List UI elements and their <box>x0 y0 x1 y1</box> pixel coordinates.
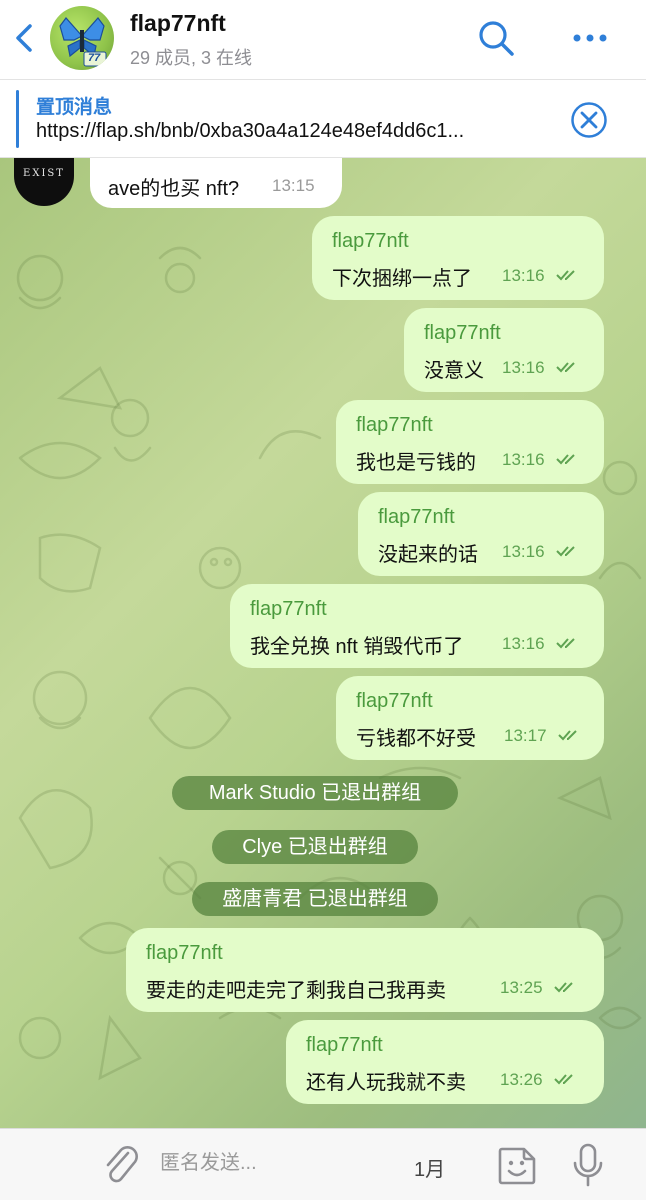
read-check-icon <box>554 982 573 993</box>
message-time: 13:15 <box>272 176 315 195</box>
avatar-text: EXIST <box>23 168 65 179</box>
service-message: 盛唐青君 已退出群组 <box>192 882 438 916</box>
sender-name: flap77nft <box>306 1034 383 1056</box>
message-time: 13:16 <box>502 542 545 561</box>
service-message: Clye 已退出群组 <box>212 830 418 864</box>
message-text: 还有人玩我就不卖 <box>306 1072 466 1094</box>
sender-name: flap77nft <box>378 506 455 528</box>
member-count: 29 成员, 3 在线 <box>130 48 253 68</box>
back-arrow-icon[interactable] <box>8 20 40 56</box>
message-text: 没起来的话 <box>378 544 478 566</box>
message-time: 13:16 <box>502 358 545 377</box>
read-check-icon <box>556 638 575 649</box>
outgoing-message[interactable]: flap77nft 我也是亏钱的 13:16 <box>336 400 604 484</box>
avatar-badge: 77 <box>88 52 101 64</box>
message-time: 13:16 <box>502 266 545 285</box>
read-check-icon <box>556 270 575 281</box>
message-text: 我也是亏钱的 <box>356 452 476 474</box>
outgoing-message[interactable]: flap77nft 没意义 13:16 <box>404 308 604 392</box>
close-pinned-icon[interactable] <box>570 101 608 139</box>
composer-bar: 1月 <box>0 1128 646 1200</box>
sender-name: flap77nft <box>356 690 433 712</box>
pinned-title: 置顶消息 <box>36 97 113 118</box>
message-time: 13:17 <box>504 726 547 745</box>
message-text: 我全兑换 nft 销毁代币了 <box>250 636 464 658</box>
sender-name: flap77nft <box>332 230 409 252</box>
microphone-icon[interactable] <box>570 1141 606 1191</box>
outgoing-message[interactable]: flap77nft 要走的走吧走完了剩我自己我再卖 13:25 <box>126 928 604 1012</box>
message-time: 13:26 <box>500 1070 543 1089</box>
read-check-icon <box>554 1074 573 1085</box>
sticker-icon[interactable] <box>494 1143 540 1189</box>
sender-name: flap77nft <box>424 322 501 344</box>
outgoing-message[interactable]: flap77nft 亏钱都不好受 13:17 <box>336 676 604 760</box>
incoming-message[interactable]: ave的也买 nft? 13:15 <box>90 158 342 208</box>
butterfly-icon <box>59 17 107 67</box>
pinned-indicator <box>16 90 19 148</box>
search-icon[interactable] <box>476 18 516 58</box>
sender-name: flap77nft <box>146 942 223 964</box>
read-check-icon <box>558 730 577 741</box>
read-check-icon <box>556 362 575 373</box>
message-list[interactable]: EXIST ave的也买 nft? 13:15 flap77nft 下次捆绑一点… <box>0 158 646 1128</box>
outgoing-message[interactable]: flap77nft 下次捆绑一点了 13:16 <box>312 216 604 300</box>
outgoing-message[interactable]: flap77nft 没起来的话 13:16 <box>358 492 604 576</box>
chat-header: 77 flap77nft 29 成员, 3 在线 <box>0 0 646 80</box>
message-text: 要走的走吧走完了剩我自己我再卖 <box>146 980 446 1002</box>
read-check-icon <box>556 546 575 557</box>
message-time: 13:16 <box>502 634 545 653</box>
pinned-link[interactable]: https://flap.sh/bnb/0xba30a4a124e48ef4dd… <box>36 120 561 143</box>
pinned-message[interactable]: 置顶消息 https://flap.sh/bnb/0xba30a4a124e48… <box>0 80 646 158</box>
chat-title[interactable]: flap77nft <box>130 10 226 37</box>
message-time: 13:25 <box>500 978 543 997</box>
message-text: 下次捆绑一点了 <box>332 268 472 290</box>
outgoing-message[interactable]: flap77nft 还有人玩我就不卖 13:26 <box>286 1020 604 1104</box>
message-text: ave的也买 nft? <box>108 178 240 200</box>
message-time: 13:16 <box>502 450 545 469</box>
service-message: Mark Studio 已退出群组 <box>172 776 458 810</box>
read-check-icon <box>556 454 575 465</box>
date-label: 1月 <box>414 1159 446 1181</box>
outgoing-message[interactable]: flap77nft 我全兑换 nft 销毁代币了 13:16 <box>230 584 604 668</box>
message-text: 亏钱都不好受 <box>356 728 476 750</box>
sender-name: flap77nft <box>356 414 433 436</box>
more-icon[interactable] <box>570 22 610 54</box>
message-text: 没意义 <box>424 360 484 382</box>
paperclip-icon[interactable] <box>100 1143 142 1187</box>
group-avatar[interactable]: 77 <box>50 6 114 70</box>
sender-name: flap77nft <box>250 598 327 620</box>
